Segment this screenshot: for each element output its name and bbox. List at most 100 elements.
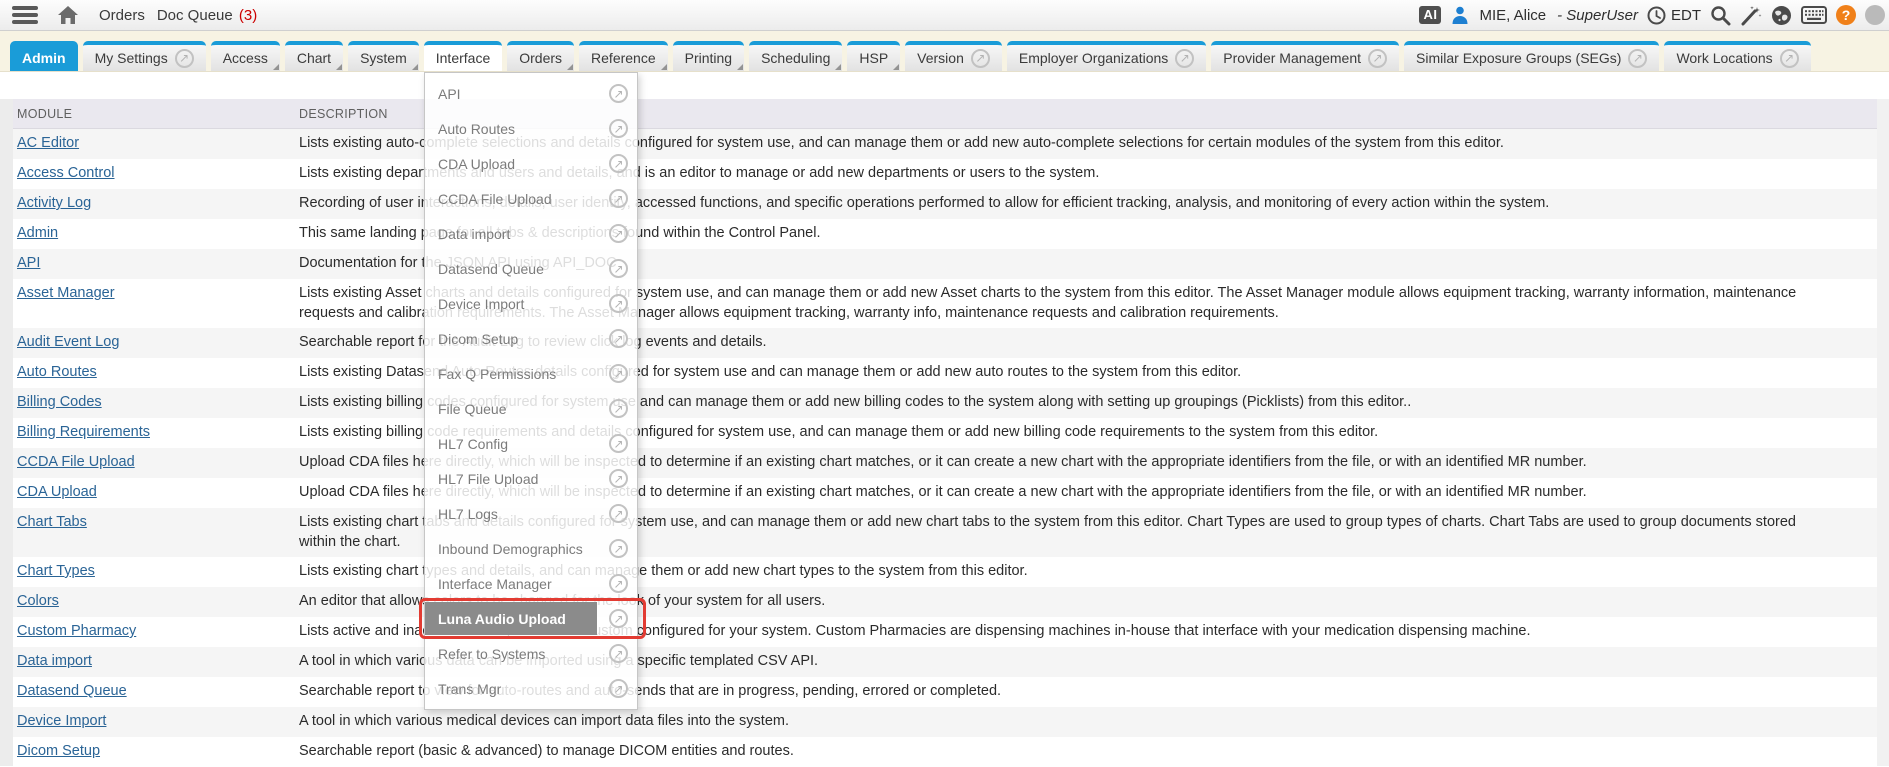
external-link-icon: ↗: [609, 434, 628, 453]
module-link[interactable]: Chart Tabs: [17, 514, 87, 530]
tab-work-locations[interactable]: Work Locations↗: [1664, 41, 1810, 71]
menu-item-fax-q-permissions[interactable]: Fax Q Permissions↗: [425, 356, 637, 391]
menu-item-data-import[interactable]: Data import↗: [425, 216, 637, 251]
globe-icon[interactable]: [1771, 5, 1792, 26]
search-icon[interactable]: [1710, 5, 1731, 26]
module-link[interactable]: Billing Codes: [17, 394, 102, 410]
table-row: Auto RoutesLists existing Datasend Auto …: [13, 358, 1877, 388]
external-link-icon: ↗: [609, 609, 628, 628]
tab-admin[interactable]: Admin: [10, 41, 78, 71]
tab-interface[interactable]: Interface: [424, 41, 502, 71]
module-link[interactable]: Device Import: [17, 713, 106, 729]
module-cell: Auto Routes: [13, 358, 285, 386]
menu-item-inbound-demographics[interactable]: Inbound Demographics↗: [425, 531, 637, 566]
module-link[interactable]: Colors: [17, 593, 59, 609]
menu-item-trans-mgr[interactable]: Trans Mgr↗: [425, 671, 637, 706]
menu-item-ccda-file-upload[interactable]: CCDA File Upload↗: [425, 181, 637, 216]
external-link-icon: ↗: [609, 259, 628, 278]
menu-item-interface-manager[interactable]: Interface Manager ↗: [425, 566, 637, 601]
home-icon[interactable]: [57, 5, 79, 25]
module-link[interactable]: AC Editor: [17, 135, 79, 151]
keyboard-icon[interactable]: [1801, 6, 1827, 24]
user-name[interactable]: MIE, Alice: [1479, 7, 1546, 24]
module-table: AC EditorLists existing auto-complete se…: [13, 129, 1877, 767]
module-cell: Access Control: [13, 159, 285, 187]
menu-item-auto-routes[interactable]: Auto Routes↗: [425, 111, 637, 146]
module-link[interactable]: API: [17, 255, 40, 271]
tab-label: Similar Exposure Groups (SEGs): [1416, 50, 1621, 66]
help-icon[interactable]: ?: [1836, 5, 1856, 25]
tab-reference[interactable]: Reference: [579, 41, 668, 71]
menu-item-device-import[interactable]: Device Import↗: [425, 286, 637, 321]
menu-item-hl7-file-upload[interactable]: HL7 File Upload↗: [425, 461, 637, 496]
menu-item-hl7-config[interactable]: HL7 Config↗: [425, 426, 637, 461]
table-row: CDA UploadUpload CDA files here directly…: [13, 478, 1877, 508]
menu-item-file-queue[interactable]: File Queue↗: [425, 391, 637, 426]
module-cell: AC Editor: [13, 129, 285, 157]
interface-dropdown-menu: API↗Auto Routes↗CDA Upload↗CCDA File Upl…: [424, 72, 638, 710]
tab-scheduling[interactable]: Scheduling: [749, 41, 842, 71]
dropdown-caret-icon: [835, 64, 841, 70]
module-link[interactable]: Activity Log: [17, 195, 91, 211]
tab-access[interactable]: Access: [211, 41, 280, 71]
module-description: Searchable report (basic & advanced) to …: [285, 737, 1877, 767]
menu-item-refer-to-systems[interactable]: Refer to Systems↗: [425, 636, 637, 671]
module-link[interactable]: Asset Manager: [17, 285, 115, 301]
module-link[interactable]: CCDA File Upload: [17, 454, 135, 470]
column-header-module: MODULE: [13, 107, 285, 121]
table-row: Data importA tool in which various data …: [13, 647, 1877, 677]
tab-orders[interactable]: Orders: [507, 41, 574, 71]
menu-item-label: Interface Manager: [438, 576, 552, 592]
table-row: AdminThis same landing page for all tabs…: [13, 219, 1877, 249]
tab-label: Provider Management: [1223, 50, 1361, 66]
module-link[interactable]: Chart Types: [17, 563, 95, 579]
menu-item-luna-audio-upload[interactable]: Luna Audio Upload ↗: [425, 601, 637, 636]
module-link[interactable]: Dicom Setup: [17, 743, 100, 759]
dropdown-caret-icon: [567, 64, 573, 70]
dropdown-caret-icon: [893, 64, 899, 70]
module-link[interactable]: Auto Routes: [17, 364, 97, 380]
tab-provider-management[interactable]: Provider Management↗: [1211, 41, 1399, 71]
tab-system[interactable]: System: [348, 41, 419, 71]
tab-hsp[interactable]: HSP: [847, 41, 900, 71]
menu-item-cda-upload[interactable]: CDA Upload↗: [425, 146, 637, 181]
menu-item-datasend-queue[interactable]: Datasend Queue↗: [425, 251, 637, 286]
tab-employer-organizations[interactable]: Employer Organizations↗: [1007, 41, 1206, 71]
module-link[interactable]: Admin: [17, 225, 58, 241]
clock-icon[interactable]: [1647, 6, 1666, 25]
menu-item-hl7-logs[interactable]: HL7 Logs↗: [425, 496, 637, 531]
breadcrumb-doc-queue[interactable]: Doc Queue (3): [157, 7, 257, 24]
tab-printing[interactable]: Printing: [673, 41, 744, 71]
menu-item-label: Luna Audio Upload: [425, 602, 597, 635]
module-link[interactable]: Access Control: [17, 165, 115, 181]
external-link-icon: ↗: [609, 574, 628, 593]
external-link-icon: ↗: [609, 399, 628, 418]
menu-item-api[interactable]: API↗: [425, 76, 637, 111]
module-link[interactable]: Data import: [17, 653, 92, 669]
breadcrumb-orders[interactable]: Orders: [99, 7, 145, 24]
tab-version[interactable]: Version↗: [905, 41, 1002, 71]
status-circle-icon[interactable]: [1865, 5, 1885, 25]
right-gutter[interactable]: [1877, 99, 1889, 766]
tab-label: My Settings: [95, 50, 168, 66]
module-link[interactable]: Billing Requirements: [17, 424, 150, 440]
module-cell: API: [13, 249, 285, 277]
module-cell: Audit Event Log: [13, 328, 285, 356]
magic-wand-icon[interactable]: [1740, 5, 1762, 26]
module-link[interactable]: Audit Event Log: [17, 334, 119, 350]
ai-badge[interactable]: AI: [1419, 6, 1441, 24]
tab-similar-exposure-groups-segs[interactable]: Similar Exposure Groups (SEGs)↗: [1404, 41, 1659, 71]
user-icon[interactable]: [1450, 5, 1470, 25]
module-link[interactable]: Datasend Queue: [17, 683, 127, 699]
hamburger-menu-icon[interactable]: [12, 6, 38, 24]
menu-item-label: Inbound Demographics: [438, 541, 583, 557]
table-row: Dicom Setup Searchable report (basic & ad…: [13, 737, 1877, 767]
module-link[interactable]: CDA Upload: [17, 484, 97, 500]
tab-chart[interactable]: Chart: [285, 41, 343, 71]
tab-my-settings[interactable]: My Settings↗: [83, 41, 206, 71]
table-row: Chart TabsLists existing chart tabs and …: [13, 508, 1877, 557]
menu-item-dicom-setup[interactable]: Dicom Setup↗: [425, 321, 637, 356]
module-cell: CDA Upload: [13, 478, 285, 506]
module-cell: Chart Types: [13, 557, 285, 585]
module-link[interactable]: Custom Pharmacy: [17, 623, 136, 639]
